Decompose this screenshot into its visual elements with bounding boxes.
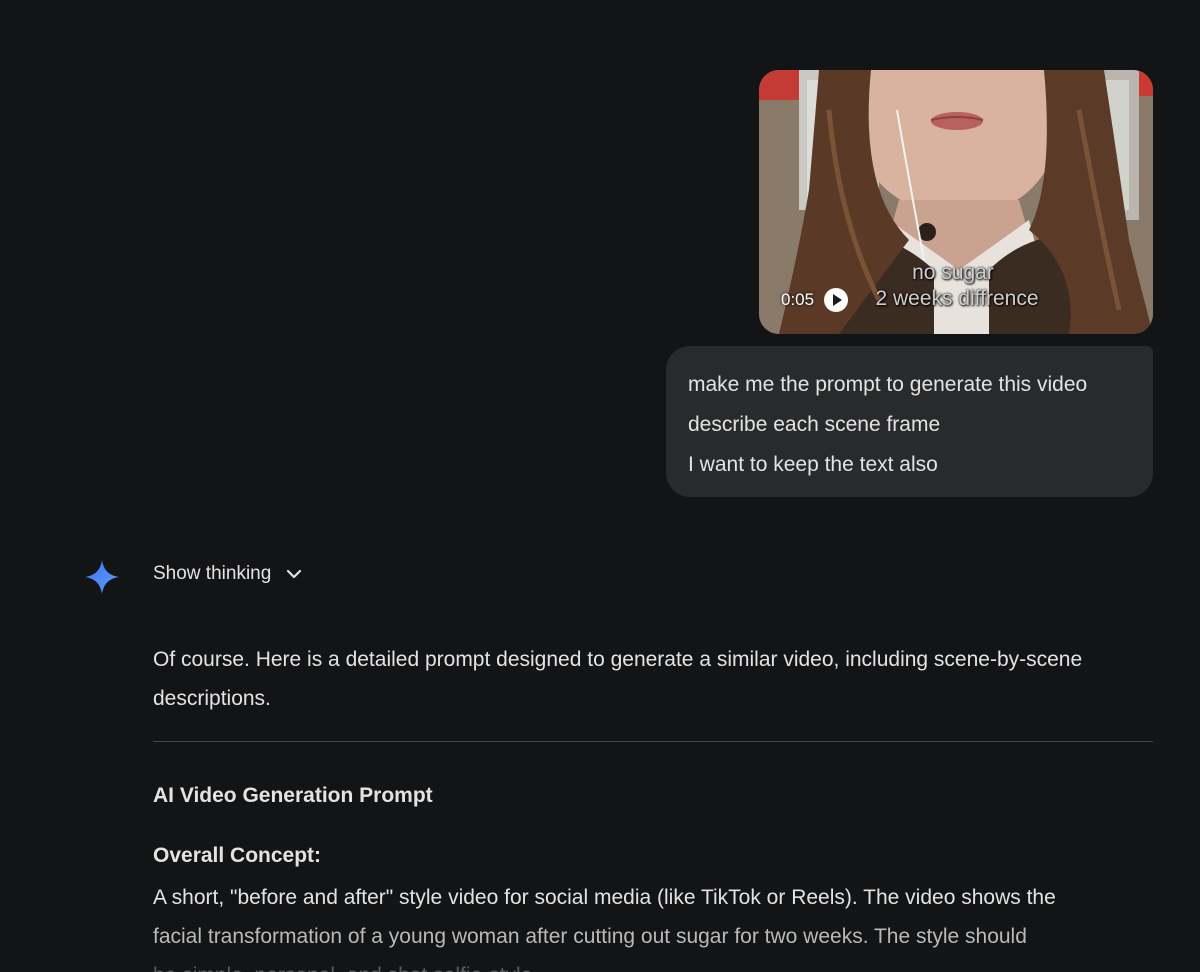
paragraph-line: A short, "before and after" style video … — [153, 886, 1056, 909]
chat-page: no sugar 2 weeks diffrence 0:05 make me … — [0, 0, 1200, 972]
divider — [153, 741, 1153, 742]
user-message-line: I want to keep the text also — [688, 453, 938, 476]
response-subheading: Overall Concept: — [153, 844, 322, 867]
response-heading: AI Video Generation Prompt — [153, 784, 433, 807]
chevron-down-icon — [287, 569, 302, 579]
response-paragraph: A short, "before and after" style video … — [153, 878, 1163, 972]
user-message-line: make me the prompt to generate this vide… — [688, 373, 1088, 396]
video-attachment[interactable]: no sugar 2 weeks diffrence 0:05 — [759, 70, 1153, 334]
user-message-line: describe each scene frame — [688, 413, 941, 436]
play-icon[interactable] — [824, 288, 848, 312]
paragraph-line: be simple, personal, and shot selfie-sty… — [153, 956, 1163, 972]
assistant-intro: Of course. Here is a detailed prompt des… — [153, 648, 1083, 710]
show-thinking-label: Show thinking — [153, 563, 272, 584]
user-message-bubble: make me the prompt to generate this vide… — [666, 346, 1153, 497]
paragraph-line: facial transformation of a young woman a… — [153, 925, 1027, 948]
video-caption-line1: no sugar — [912, 261, 994, 284]
show-thinking-button[interactable]: Show thinking — [153, 563, 303, 585]
video-caption-line2: 2 weeks diffrence — [875, 287, 1039, 310]
gemini-spark-icon — [85, 560, 119, 594]
video-duration: 0:05 — [781, 290, 815, 309]
